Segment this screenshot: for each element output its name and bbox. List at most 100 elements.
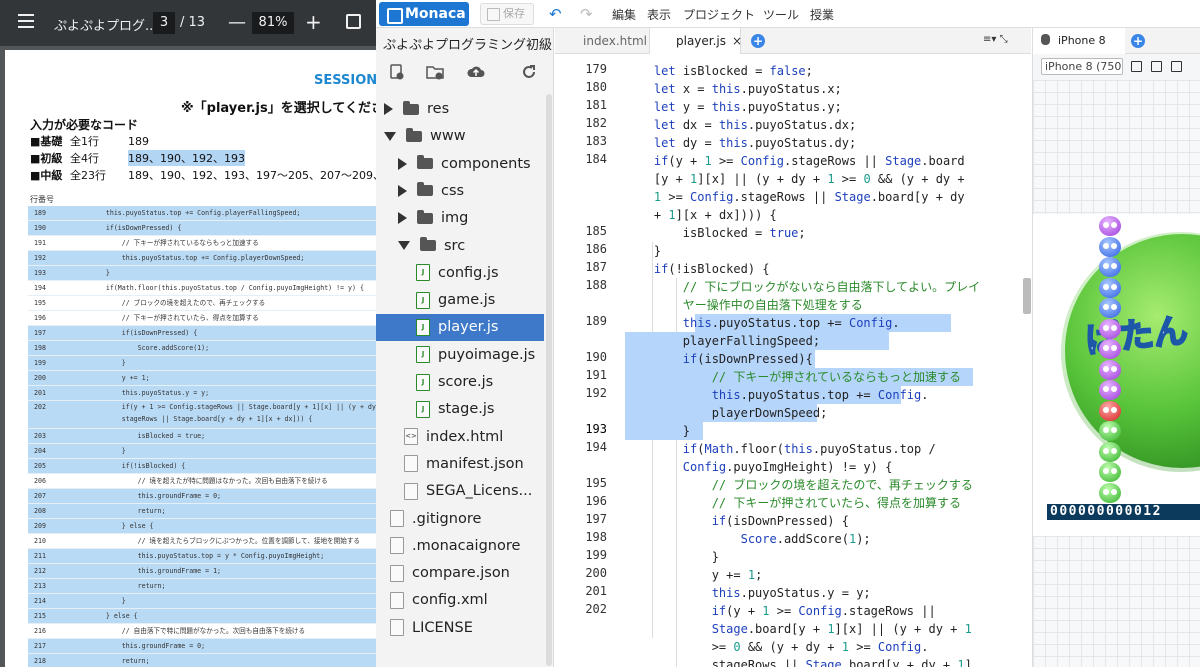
pdf-code-text: // 下キーが押されているならもっと加速する [90,239,259,247]
code-token: isBlocked = [675,64,770,78]
tree-item-gitignore[interactable]: .gitignore [376,506,544,533]
menu-icon[interactable] [18,14,34,28]
tree-item-index-html[interactable]: <> index.html [376,424,544,451]
menu-edit[interactable]: 編集 [612,6,636,23]
line-number: 192 [585,386,607,400]
redo-icon[interactable]: ↷ [580,5,593,23]
pdf-line-number: 216 [34,627,46,635]
chevron-right-icon[interactable] [398,212,407,225]
new-file-icon[interactable] [388,64,406,80]
chevron-right-icon[interactable] [398,157,407,170]
code-token: .puyoStatus.dx; [747,118,857,132]
pdf-code-row: 213 return; [28,579,376,594]
monaca-logo[interactable]: Monaca [379,2,469,26]
chevron-right-icon[interactable] [398,184,407,197]
close-icon[interactable]: × [732,34,742,48]
tab-player-js[interactable]: player.js × [649,28,742,54]
code-token: .board[y + dy [870,190,965,204]
tree-item-sega-licens[interactable]: SEGA_Licens... [376,478,544,505]
pdf-code-text: // 境を超えたが特に問題はなかった。次回も自由落下を続ける [90,477,328,485]
file-tree-scrollbar[interactable] [546,94,552,666]
code-token: if [711,604,727,618]
refresh-icon[interactable] [520,64,538,80]
code-token: 1 [964,622,972,636]
js-file-icon: J [416,291,430,309]
chevron-down-icon[interactable] [384,131,396,141]
code-area[interactable]: let isBlocked = false; let x = this.puyo… [625,54,1031,667]
code-line: } [625,422,690,440]
undo-icon[interactable]: ↶ [549,5,562,23]
code-token: 1 [668,208,676,222]
menu-project[interactable]: プロジェクト [683,6,755,23]
file-icon [404,455,418,473]
fit-page-icon[interactable] [346,14,361,29]
code-token: .puyoStatus.dy; [747,136,857,150]
tree-item-www[interactable]: www [376,123,544,150]
tree-item-label: game.js [438,292,496,309]
line-number-header: 行番号 [30,195,54,204]
add-preview-button[interactable]: + [1131,34,1145,48]
tree-item-manifest-json[interactable]: manifest.json [376,451,544,478]
tree-item-score-js[interactable]: Jscore.js [376,369,544,396]
code-token: [y + [625,172,691,186]
device-select[interactable]: iPhone 8 (750 [1041,58,1123,75]
tree-item-src[interactable]: src [376,233,544,260]
line-number: 195 [585,476,607,490]
upload-icon[interactable] [467,64,485,80]
tree-item-compare-json[interactable]: compare.json [376,560,544,587]
tree-item-img[interactable]: img [376,205,544,232]
pdf-code-row: 206 // 境を超えたが特に問題はなかった。次回も自由落下を続ける [28,474,376,489]
code-line: this.puyoStatus.top += Config. [625,386,929,404]
code-token: this [711,388,741,402]
pdf-code-text: return; [90,657,150,665]
save-button[interactable]: 保存 [480,3,534,25]
tree-item-components[interactable]: components [376,151,544,178]
zoom-in-button[interactable]: + [305,10,322,34]
tree-item-license[interactable]: LICENSE [376,615,544,642]
rotate-icon[interactable] [1131,61,1142,72]
pdf-line-number: 212 [34,567,46,575]
zoom-out-button[interactable]: — [228,12,246,34]
code-token: y += [625,568,748,582]
pdf-code-row: 207 this.groundFrame = 0; [28,489,376,504]
pdf-line-number: 208 [34,507,46,515]
line-number: 201 [585,584,607,598]
tab-tools-icon[interactable]: ≡▾ ⤡ [983,34,1008,45]
add-tab-button[interactable]: + [751,34,765,48]
file-icon: <> [404,428,418,446]
folder-icon [403,100,419,115]
puyo-icon [1099,400,1121,421]
tree-item-config-xml[interactable]: config.xml [376,587,544,614]
page-number-input[interactable]: 3 [153,12,175,34]
code-token: } [625,244,662,258]
code-token: if [711,514,727,528]
pdf-code-row: 211 this.puyoStatus.top = y * Config.puy… [28,549,376,564]
tree-item-game-js[interactable]: Jgame.js [376,287,544,314]
tree-item-stage-js[interactable]: Jstage.js [376,396,544,423]
menu-class[interactable]: 授業 [810,6,834,23]
tree-item-res[interactable]: res [376,96,544,123]
preview-device-tab[interactable]: iPhone 8 [1033,28,1125,54]
tree-item-config-js[interactable]: Jconfig.js [376,260,544,287]
fullscreen-icon[interactable] [1151,61,1162,72]
editor-scrollbar[interactable] [1023,278,1031,314]
chevron-right-icon[interactable] [384,103,393,115]
tree-item-puyoimage-js[interactable]: Jpuyoimage.js [376,342,544,369]
new-folder-icon[interactable] [426,64,444,80]
tree-item-monacaignore[interactable]: .monacaignore [376,533,544,560]
pdf-code-row: 199 } [28,356,376,371]
code-token: Config [740,154,784,168]
file-icon [390,564,404,582]
tree-item-player-js[interactable]: Jplayer.js [376,314,544,342]
menu-tools[interactable]: ツール [763,6,799,23]
phone-screen[interactable]: ぱたん きゅー 000000000012 [1033,214,1200,536]
screenshot-icon[interactable] [1171,61,1182,72]
zoom-level-input[interactable]: 81% [252,12,294,34]
code-line: // ブロックの境を超えたので、再チェックする [625,476,973,494]
chevron-down-icon[interactable] [398,241,410,250]
tab-index-html[interactable]: index.html [555,28,647,54]
menu-view[interactable]: 表示 [647,6,671,23]
tree-item-css[interactable]: css [376,178,544,205]
